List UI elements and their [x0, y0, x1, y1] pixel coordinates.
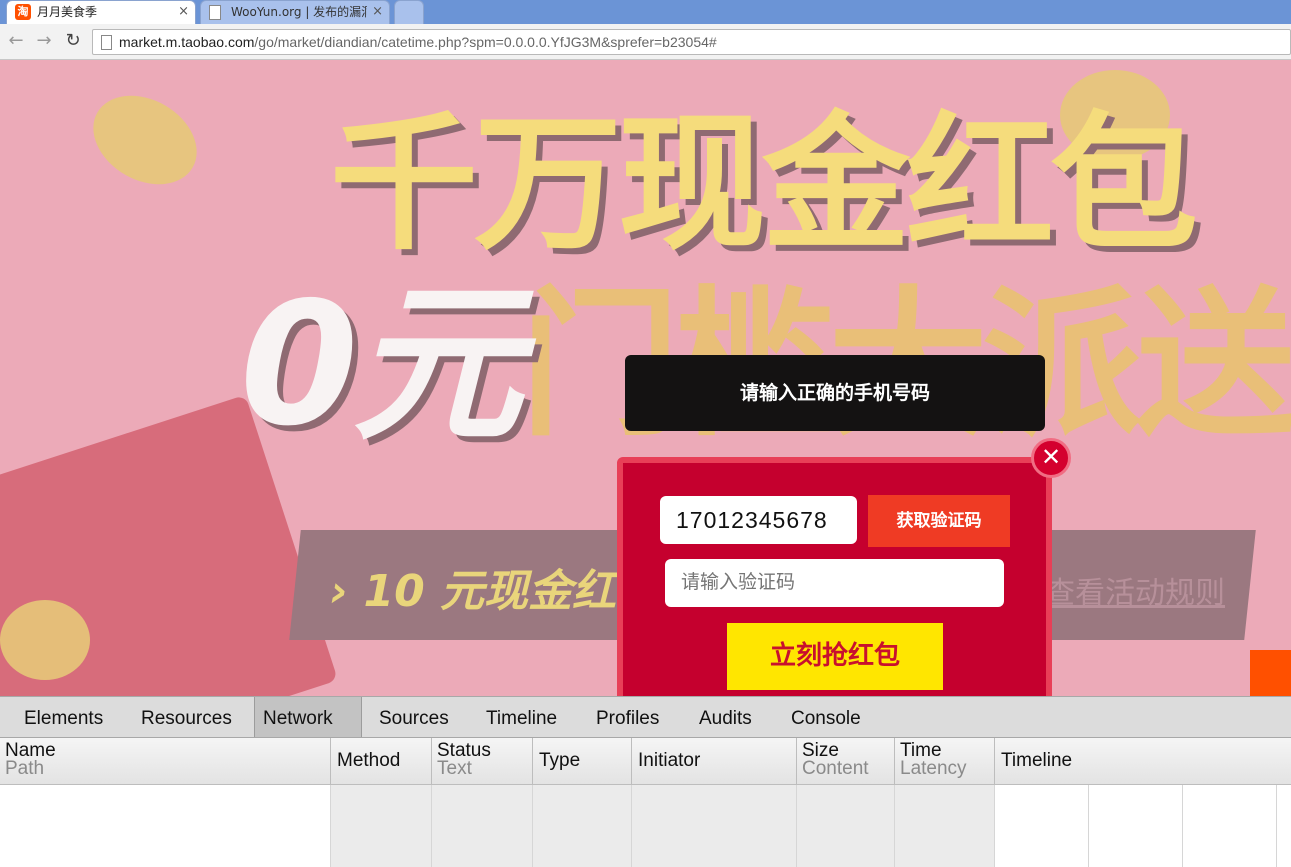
- grid-column: [895, 785, 995, 867]
- tab-close-icon[interactable]: ×: [372, 1, 383, 23]
- column-size[interactable]: Size Content: [797, 738, 895, 784]
- address-bar[interactable]: market.m.taobao.com/go/market/diandian/c…: [92, 29, 1291, 55]
- tab-timeline[interactable]: Timeline: [486, 697, 557, 737]
- zero-yuan-text: 0元: [240, 266, 522, 464]
- verification-code-input[interactable]: [665, 559, 1004, 607]
- reload-icon[interactable]: ↻: [62, 30, 84, 52]
- tab-console[interactable]: Console: [791, 697, 861, 737]
- coin-decoration: [0, 600, 90, 680]
- page-icon: [101, 35, 112, 50]
- url-text[interactable]: market.m.taobao.com/go/market/diandian/c…: [119, 34, 717, 50]
- page-icon: [209, 5, 221, 20]
- column-initiator[interactable]: Initiator: [632, 738, 797, 784]
- url-path: /go/market/diandian/catetime.php?spm=0.0…: [254, 34, 717, 50]
- url-host: market.m.taobao.com: [119, 34, 255, 50]
- grid-column: [0, 785, 331, 867]
- grid-column: [533, 785, 632, 867]
- back-arrow-icon[interactable]: ←: [5, 30, 27, 52]
- network-request-list: [0, 785, 1291, 867]
- side-button[interactable]: [1250, 650, 1291, 696]
- browser-toolbar: ← → ↻ market.m.taobao.com/go/market/dian…: [0, 24, 1291, 60]
- column-label: Method: [337, 750, 401, 771]
- phone-input[interactable]: 17012345678: [660, 496, 857, 544]
- column-label: Initiator: [638, 750, 701, 771]
- tab-elements[interactable]: Elements: [24, 697, 103, 737]
- column-label: Type: [539, 750, 581, 771]
- devtools-tab-bar: Elements Resources Network Sources Timel…: [0, 696, 1291, 738]
- column-timeline[interactable]: Timeline: [995, 738, 1291, 784]
- tab-audits[interactable]: Audits: [699, 697, 752, 737]
- banner-label: 10 元现金红: [363, 566, 617, 617]
- banner-text: › 10 元现金红: [330, 555, 616, 619]
- grid-column: [995, 785, 1089, 867]
- tab-close-icon[interactable]: ×: [178, 1, 189, 23]
- column-name[interactable]: Name Path: [0, 738, 331, 784]
- rules-link[interactable]: 查看活动规则: [1045, 568, 1225, 612]
- column-sublabel: Text: [437, 758, 472, 779]
- tab-taobao[interactable]: 淘 月月美食季 ×: [6, 0, 196, 24]
- column-label: Timeline: [1001, 750, 1073, 771]
- grid-column: [1089, 785, 1183, 867]
- column-method[interactable]: Method: [331, 738, 432, 784]
- tab-strip: 淘 月月美食季 × WooYun.org | 发布的漏洞 ×: [0, 0, 1291, 24]
- tab-sources[interactable]: Sources: [379, 697, 449, 737]
- get-code-button[interactable]: 获取验证码: [868, 495, 1010, 547]
- page-viewport: 千万现金红包 门槛大派送 0元 › 10 元现金红 查看活动规则 请输入正确的手…: [0, 60, 1291, 696]
- forward-arrow-icon[interactable]: →: [33, 30, 55, 52]
- tab-wooyun[interactable]: WooYun.org | 发布的漏洞 ×: [200, 0, 390, 24]
- column-type[interactable]: Type: [533, 738, 632, 784]
- chevron-right-icon: ›: [330, 566, 349, 617]
- tab-resources[interactable]: Resources: [141, 697, 232, 737]
- grid-column: [331, 785, 432, 867]
- tab-network[interactable]: Network: [254, 697, 362, 737]
- grid-column: [1183, 785, 1277, 867]
- tab-title: 月月美食季: [37, 5, 98, 19]
- grab-red-packet-button[interactable]: 立刻抢红包: [727, 623, 943, 690]
- grid-column: [632, 785, 797, 867]
- close-icon[interactable]: ✕: [1031, 438, 1071, 478]
- taobao-favicon-icon: 淘: [15, 4, 31, 20]
- column-time[interactable]: Time Latency: [895, 738, 995, 784]
- grid-column: [432, 785, 533, 867]
- tab-title: WooYun.org | 发布的漏洞: [231, 5, 367, 19]
- grid-column: [797, 785, 895, 867]
- column-sublabel: Content: [802, 758, 869, 779]
- column-sublabel: Path: [5, 758, 45, 779]
- red-packet-modal: 17012345678 获取验证码 立刻抢红包: [617, 457, 1052, 696]
- column-status[interactable]: Status Text: [432, 738, 533, 784]
- column-sublabel: Latency: [900, 758, 967, 779]
- new-tab-button[interactable]: [394, 0, 424, 24]
- tab-profiles[interactable]: Profiles: [596, 697, 659, 737]
- coin-decoration: [77, 77, 213, 203]
- network-column-header: Name Path Method Status Text Type Initia…: [0, 738, 1291, 785]
- error-toast: 请输入正确的手机号码: [625, 355, 1045, 431]
- devtools-panel: Elements Resources Network Sources Timel…: [0, 696, 1291, 867]
- headline-text: 千万现金红包: [330, 98, 1198, 270]
